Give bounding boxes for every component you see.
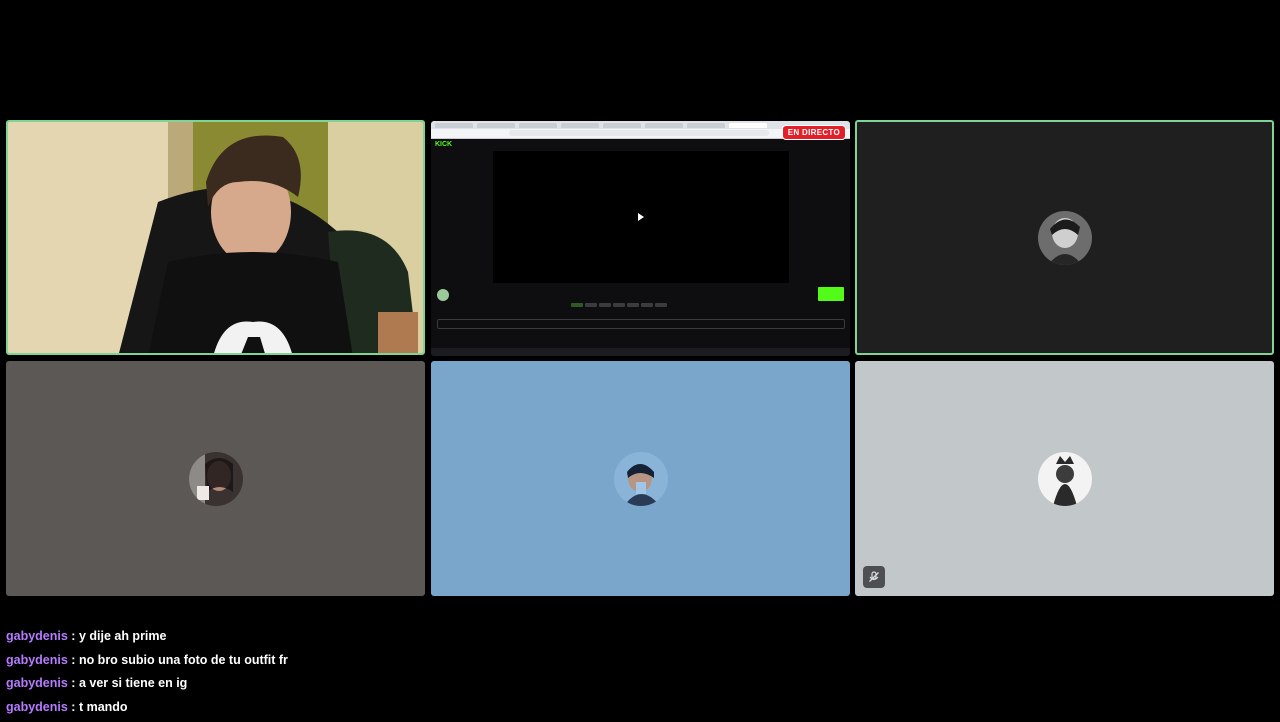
- chat-text: no bro subio una foto de tu outfit fr: [78, 652, 288, 667]
- shared-video-player: [493, 151, 789, 283]
- kick-logo: KICK: [435, 141, 453, 148]
- participant-tile-6[interactable]: [855, 361, 1274, 596]
- participant-avatar: [1037, 210, 1092, 265]
- chat-text: t mando: [78, 700, 128, 715]
- webcam-video: [8, 122, 423, 353]
- participant-avatar: [1037, 451, 1092, 506]
- participant-tile-3[interactable]: [855, 120, 1274, 355]
- participant-tile-5[interactable]: [431, 361, 850, 596]
- chat-username: gabydenis: [6, 652, 68, 667]
- screen-share-view: KICK EN DIRECTO: [431, 121, 850, 356]
- microphone-muted-icon: [863, 566, 885, 588]
- chat-overlay: gabydenis : y dije ah prime gabydenis : …: [6, 627, 288, 722]
- play-icon: [638, 213, 644, 221]
- live-badge: EN DIRECTO: [781, 125, 846, 140]
- participant-tile-4[interactable]: [6, 361, 425, 596]
- stream-tags: [571, 294, 721, 307]
- chat-text: a ver si tiene en ig: [78, 676, 188, 691]
- participant-tile-webcam[interactable]: [6, 120, 425, 355]
- chat-username: gabydenis: [6, 700, 68, 715]
- subscribe-button-shared: [818, 287, 844, 301]
- chat-message: gabydenis : no bro subio una foto de tu …: [6, 652, 288, 667]
- participant-avatar: [188, 451, 243, 506]
- chat-username: gabydenis: [6, 676, 68, 691]
- shared-chat-input: [437, 319, 845, 329]
- chat-message: gabydenis : a ver si tiene en ig: [6, 676, 188, 691]
- participant-tile-screen-share[interactable]: KICK EN DIRECTO: [431, 121, 850, 356]
- chat-message: gabydenis : y dije ah prime: [6, 629, 167, 643]
- streamer-avatar: [437, 289, 449, 301]
- participant-avatar: [613, 451, 668, 506]
- chat-text: y dije ah prime: [78, 629, 167, 643]
- chat-message: gabydenis : t mando: [6, 700, 128, 715]
- shared-taskbar: [431, 348, 850, 356]
- chat-username: gabydenis: [6, 629, 68, 643]
